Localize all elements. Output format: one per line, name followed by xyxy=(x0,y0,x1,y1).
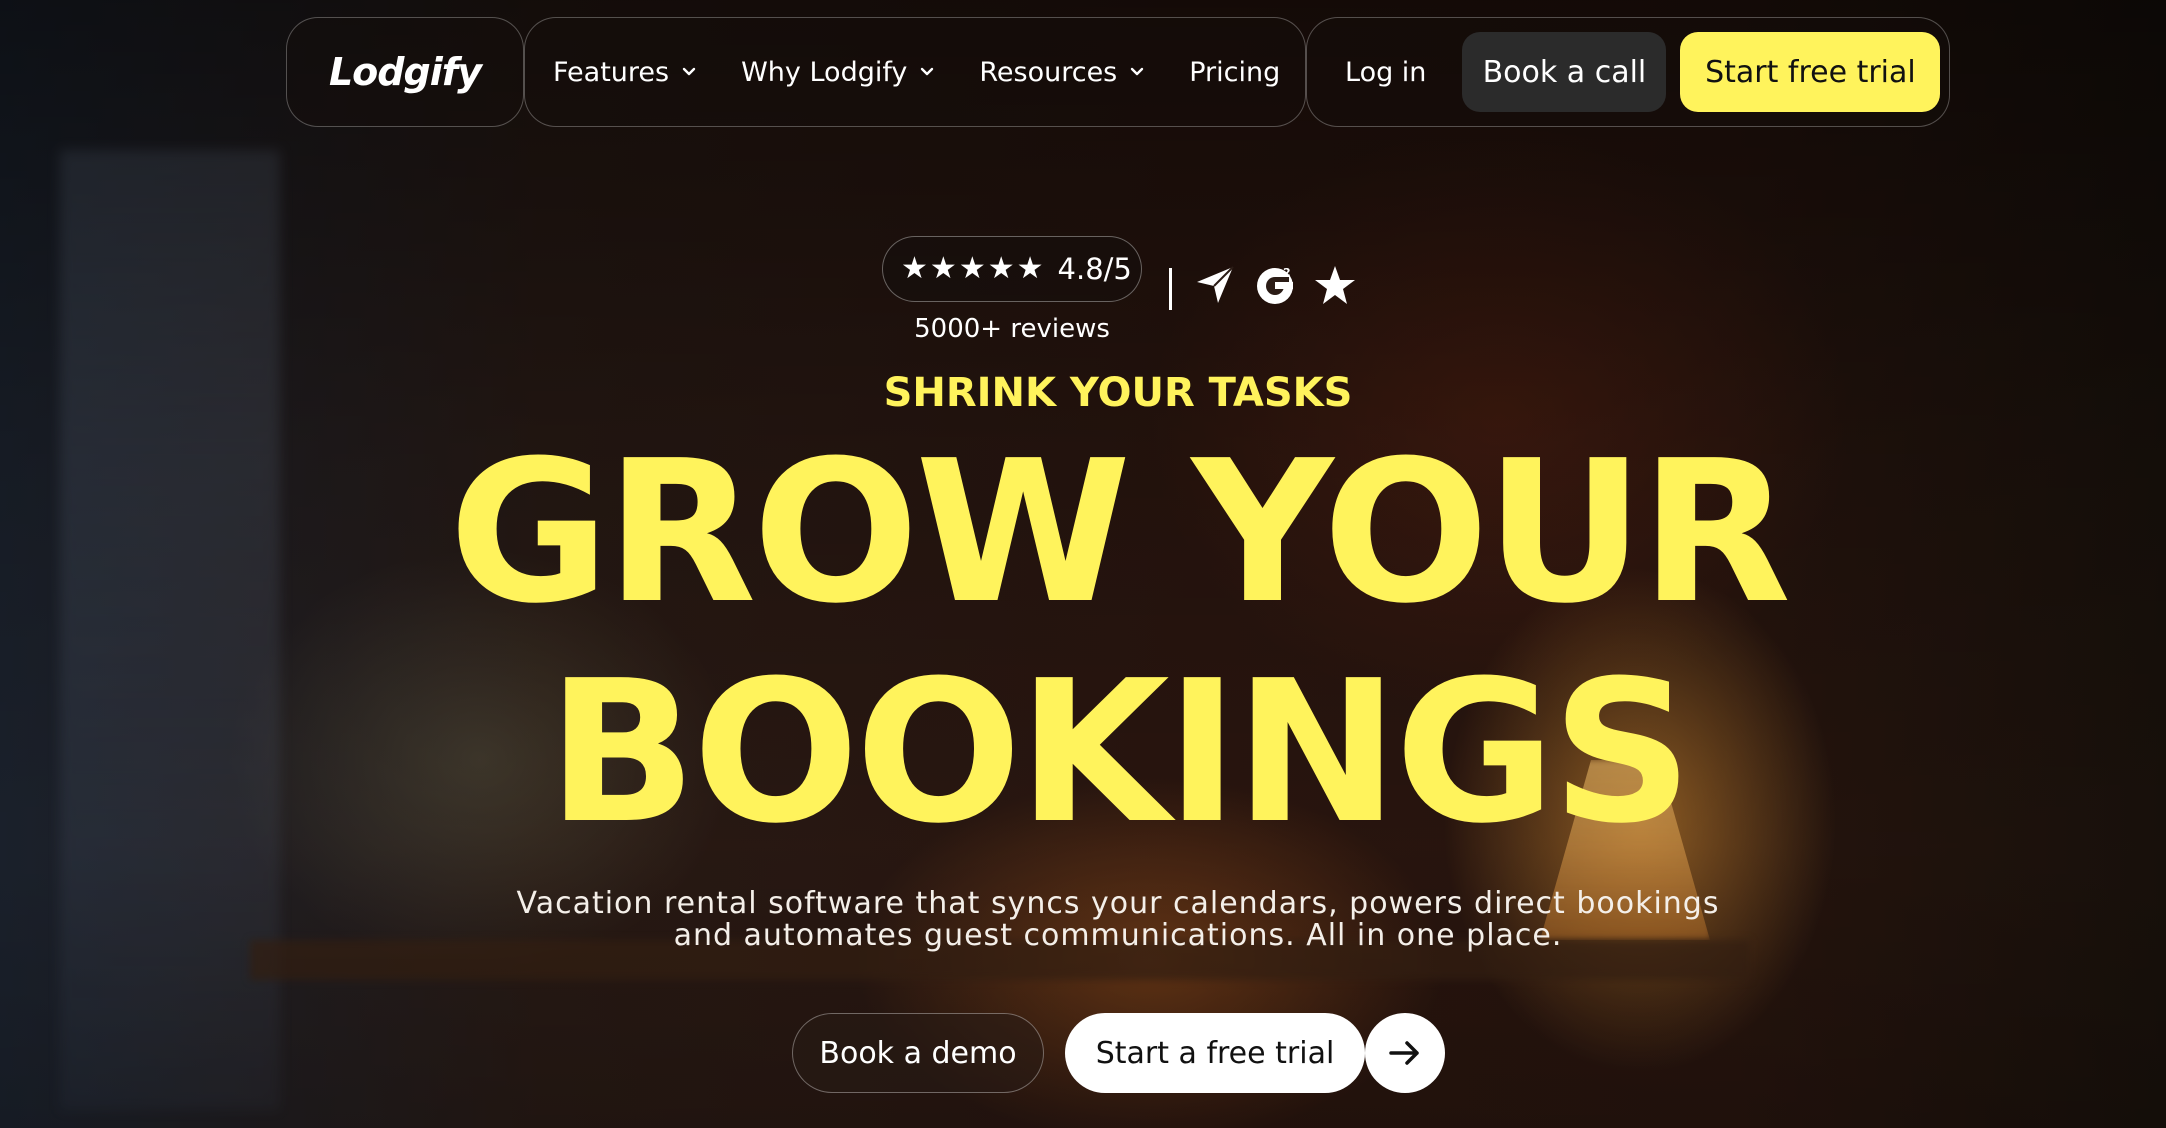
svg-text:2: 2 xyxy=(1283,266,1291,279)
logo[interactable]: Lodgify xyxy=(329,50,482,94)
nav-item-label: Resources xyxy=(979,56,1118,88)
hero-headline-line1: GROW YOUR xyxy=(448,419,1792,647)
nav-item-label: Why Lodgify xyxy=(741,56,908,88)
logo-container[interactable]: Lodgify xyxy=(286,17,524,127)
nav-item-features[interactable]: Features xyxy=(553,57,697,88)
hero-eyebrow: SHRINK YOUR TASKS xyxy=(883,370,1353,416)
nav-item-why-lodgify[interactable]: Why Lodgify xyxy=(741,57,935,88)
book-demo-button[interactable]: Book a demo xyxy=(792,1013,1044,1093)
chevron-down-icon xyxy=(682,67,696,76)
rating-stars: ★ ★ ★ ★ ★ xyxy=(901,254,1044,284)
hero-description-line2: and automates guest communications. All … xyxy=(673,918,1563,953)
rating-value: 4.8/5 xyxy=(1057,252,1132,286)
reviews-count: 5000+ reviews xyxy=(914,314,1110,344)
top-navigation: Lodgify Features Why Lodgify Resources P… xyxy=(0,17,2166,129)
g2-icon: 2 xyxy=(1252,262,1298,308)
nav-item-label: Pricing xyxy=(1189,56,1281,88)
capterra-icon xyxy=(1192,262,1238,308)
chevron-down-icon xyxy=(1131,67,1144,76)
nav-item-pricing[interactable]: Pricing xyxy=(1189,57,1280,88)
rating-badge: ★ ★ ★ ★ ★ 4.8/5 xyxy=(882,236,1142,302)
arrow-right-icon xyxy=(1389,1041,1419,1065)
nav-item-resources[interactable]: Resources xyxy=(979,57,1145,88)
arrow-button[interactable] xyxy=(1365,1013,1445,1093)
rating-divider xyxy=(1169,268,1172,310)
hero-section: Lodgify Features Why Lodgify Resources P… xyxy=(0,0,2166,1128)
star-icon: ★ xyxy=(1016,251,1044,286)
book-call-button[interactable]: Book a call xyxy=(1462,32,1667,112)
nav-menu: Features Why Lodgify Resources Pricing xyxy=(524,17,1306,127)
star-icon xyxy=(1312,262,1358,308)
hero-headline-line2: BOOKINGS xyxy=(547,639,1693,867)
nav-actions: Log in Book a call Start free trial xyxy=(1306,17,1950,127)
nav-item-label: Features xyxy=(553,56,670,88)
star-icon: ★ xyxy=(929,251,957,286)
chevron-down-icon xyxy=(921,67,934,76)
star-icon: ★ xyxy=(901,251,928,286)
start-free-trial-button[interactable]: Start free trial xyxy=(1680,32,1941,112)
star-icon: ★ xyxy=(987,251,1015,286)
star-icon: ★ xyxy=(958,251,986,286)
login-link[interactable]: Log in xyxy=(1345,57,1426,88)
hero-description: Vacation rental software that syncs your… xyxy=(0,888,2166,952)
hero-description-line1: Vacation rental software that syncs your… xyxy=(516,886,1720,921)
review-platform-badges: 2 xyxy=(1192,262,1358,308)
start-free-trial-cta-button[interactable]: Start a free trial xyxy=(1065,1013,1365,1093)
